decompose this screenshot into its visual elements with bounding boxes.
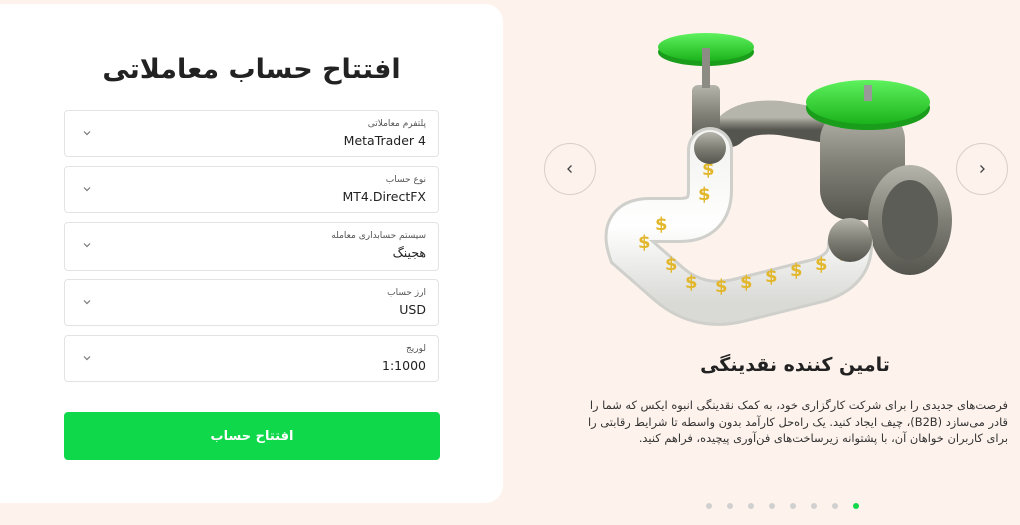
svg-text:$: $ <box>655 214 668 235</box>
svg-text:$: $ <box>698 184 711 205</box>
liquidity-pipes-illustration: $ $ $ $ $ $ $ $ $ $ $ $ <box>604 33 952 326</box>
svg-text:$: $ <box>638 232 651 253</box>
svg-text:$: $ <box>685 272 698 293</box>
leverage-label: لوریج <box>405 344 426 354</box>
page-title: افتتاح حساب معاملاتی <box>102 54 401 85</box>
slide-title: تامین کننده نقدینگی <box>700 354 890 376</box>
chevron-left-icon <box>567 165 572 173</box>
svg-text:$: $ <box>715 276 728 297</box>
chevron-down-icon <box>83 243 91 248</box>
account-type-label: نوع حساب <box>385 175 426 185</box>
carousel-dot[interactable] <box>706 503 712 509</box>
accounting-system-label: سیستم حسابداری معامله <box>331 231 426 241</box>
account-currency-select[interactable]: ارز حساب USD <box>64 279 439 326</box>
leverage-select[interactable]: لوریج 1:1000 <box>64 335 439 382</box>
carousel-dot[interactable] <box>790 503 796 509</box>
account-type-value: MT4.DirectFX <box>342 189 426 204</box>
carousel-dot[interactable] <box>832 503 838 509</box>
open-account-button[interactable]: افتتاح حساب <box>64 412 440 460</box>
carousel-dot[interactable] <box>811 503 817 509</box>
svg-text:$: $ <box>665 254 678 275</box>
platform-select[interactable]: پلتفرم معاملاتی MetaTrader 4 <box>64 110 439 157</box>
accounting-system-value: هجینگ <box>392 245 426 260</box>
carousel-dot[interactable] <box>748 503 754 509</box>
leverage-value: 1:1000 <box>382 358 426 373</box>
svg-text:$: $ <box>765 266 778 287</box>
account-currency-label: ارز حساب <box>387 288 426 298</box>
chevron-down-icon <box>83 131 91 136</box>
svg-text:$: $ <box>740 272 753 293</box>
account-type-select[interactable]: نوع حساب MT4.DirectFX <box>64 166 439 213</box>
chevron-down-icon <box>83 356 91 361</box>
carousel-dot[interactable] <box>769 503 775 509</box>
carousel-dot[interactable] <box>727 503 733 509</box>
carousel-dot-active[interactable] <box>853 503 859 509</box>
accounting-system-select[interactable]: سیستم حسابداری معامله هجینگ <box>64 222 439 271</box>
slide-description: فرصت‌های جدیدی را برای شرکت کارگزاری خود… <box>588 398 1008 445</box>
carousel-pagination <box>706 503 859 509</box>
chevron-down-icon <box>83 187 91 192</box>
account-currency-value: USD <box>399 302 426 317</box>
svg-text:$: $ <box>790 260 803 281</box>
chevron-down-icon <box>83 300 91 305</box>
platform-label: پلتفرم معاملاتی <box>367 119 426 129</box>
platform-value: MetaTrader 4 <box>343 133 426 148</box>
svg-text:$: $ <box>815 254 828 275</box>
account-form-card: افتتاح حساب معاملاتی پلتفرم معاملاتی Met… <box>0 4 503 503</box>
